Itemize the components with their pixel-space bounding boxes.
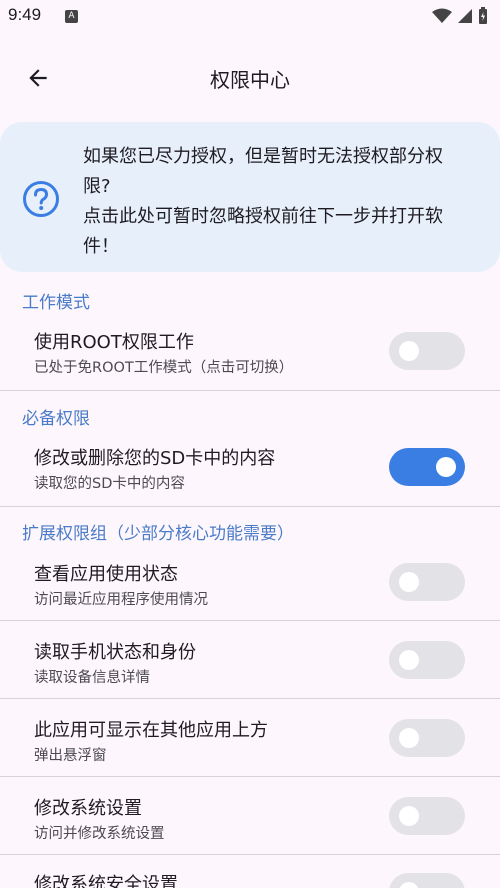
- switch-thumb: [436, 457, 456, 477]
- permission-title: 查看应用使用状态: [34, 564, 178, 585]
- divider: [0, 854, 500, 855]
- permission-row-phone-state[interactable]: 读取手机状态和身份 读取设备信息详情: [0, 628, 500, 698]
- sd-card-toggle-switch[interactable]: [389, 448, 465, 486]
- switch-thumb: [399, 341, 419, 361]
- phone-state-toggle-switch[interactable]: [389, 641, 465, 679]
- permission-title: 修改或删除您的SD卡中的内容: [34, 448, 276, 469]
- permission-row-secure-settings[interactable]: 修改系统安全设置: [0, 862, 500, 888]
- switch-thumb: [399, 650, 419, 670]
- permission-row-usage-stats[interactable]: 查看应用使用状态 访问最近应用程序使用情况: [0, 550, 500, 620]
- section-header-extended: 扩展权限组（少部分核心功能需要）: [22, 524, 294, 544]
- switch-thumb: [399, 882, 419, 888]
- help-card-line: 件！: [83, 236, 119, 257]
- overlay-toggle-switch[interactable]: [389, 719, 465, 757]
- app-notification-icon: A: [65, 10, 78, 23]
- switch-thumb: [399, 806, 419, 826]
- permission-subtitle: 已处于免ROOT工作模式（点击可切换）: [34, 360, 294, 376]
- permission-title: 使用ROOT权限工作: [34, 332, 194, 353]
- switch-thumb: [399, 572, 419, 592]
- section-header-work-mode: 工作模式: [22, 293, 90, 313]
- permission-row-sd-card[interactable]: 修改或删除您的SD卡中的内容 读取您的SD卡中的内容: [0, 434, 500, 506]
- help-card-line: 点击此处可暂时忽略授权前往下一步并打开软: [83, 206, 443, 227]
- write-settings-toggle-switch[interactable]: [389, 797, 465, 835]
- divider: [0, 698, 500, 699]
- permission-subtitle: 弹出悬浮窗: [34, 748, 107, 764]
- permission-title: 修改系统安全设置: [34, 874, 178, 888]
- root-toggle-switch[interactable]: [389, 332, 465, 370]
- cellular-signal-icon: [458, 9, 472, 23]
- wifi-icon: [432, 8, 452, 23]
- divider: [0, 390, 500, 391]
- permission-row-root[interactable]: 使用ROOT权限工作 已处于免ROOT工作模式（点击可切换）: [0, 318, 500, 390]
- permission-title: 修改系统设置: [34, 798, 142, 819]
- help-card-text: 如果您已尽力授权，但是暂时无法授权部分权 限? 点击此处可暂时忽略授权前往下一步…: [83, 142, 483, 262]
- section-header-required: 必备权限: [22, 409, 90, 429]
- permission-subtitle: 读取设备信息详情: [34, 670, 150, 686]
- status-time: 9:49: [8, 5, 42, 24]
- app-bar: 权限中心: [0, 50, 500, 106]
- status-bar: 9:49 A: [0, 0, 500, 36]
- battery-icon: [479, 7, 487, 24]
- permission-row-write-settings[interactable]: 修改系统设置 访问并修改系统设置: [0, 784, 500, 854]
- help-card-line: 限?: [83, 176, 111, 197]
- secure-settings-toggle-switch[interactable]: [389, 873, 465, 888]
- permission-title: 此应用可显示在其他应用上方: [34, 720, 268, 741]
- permission-row-overlay[interactable]: 此应用可显示在其他应用上方 弹出悬浮窗: [0, 706, 500, 776]
- usage-stats-toggle-switch[interactable]: [389, 563, 465, 601]
- skip-authorization-card[interactable]: 如果您已尽力授权，但是暂时无法授权部分权 限? 点击此处可暂时忽略授权前往下一步…: [0, 122, 500, 272]
- divider: [0, 620, 500, 621]
- switch-thumb: [399, 728, 419, 748]
- permission-subtitle: 访问最近应用程序使用情况: [34, 592, 208, 608]
- page-title: 权限中心: [210, 68, 290, 92]
- permission-subtitle: 读取您的SD卡中的内容: [34, 476, 185, 492]
- divider: [0, 776, 500, 777]
- divider: [0, 506, 500, 507]
- permission-subtitle: 访问并修改系统设置: [34, 826, 165, 842]
- help-circle-icon: [23, 181, 59, 217]
- help-card-line: 如果您已尽力授权，但是暂时无法授权部分权: [83, 146, 443, 167]
- permission-title: 读取手机状态和身份: [34, 642, 196, 663]
